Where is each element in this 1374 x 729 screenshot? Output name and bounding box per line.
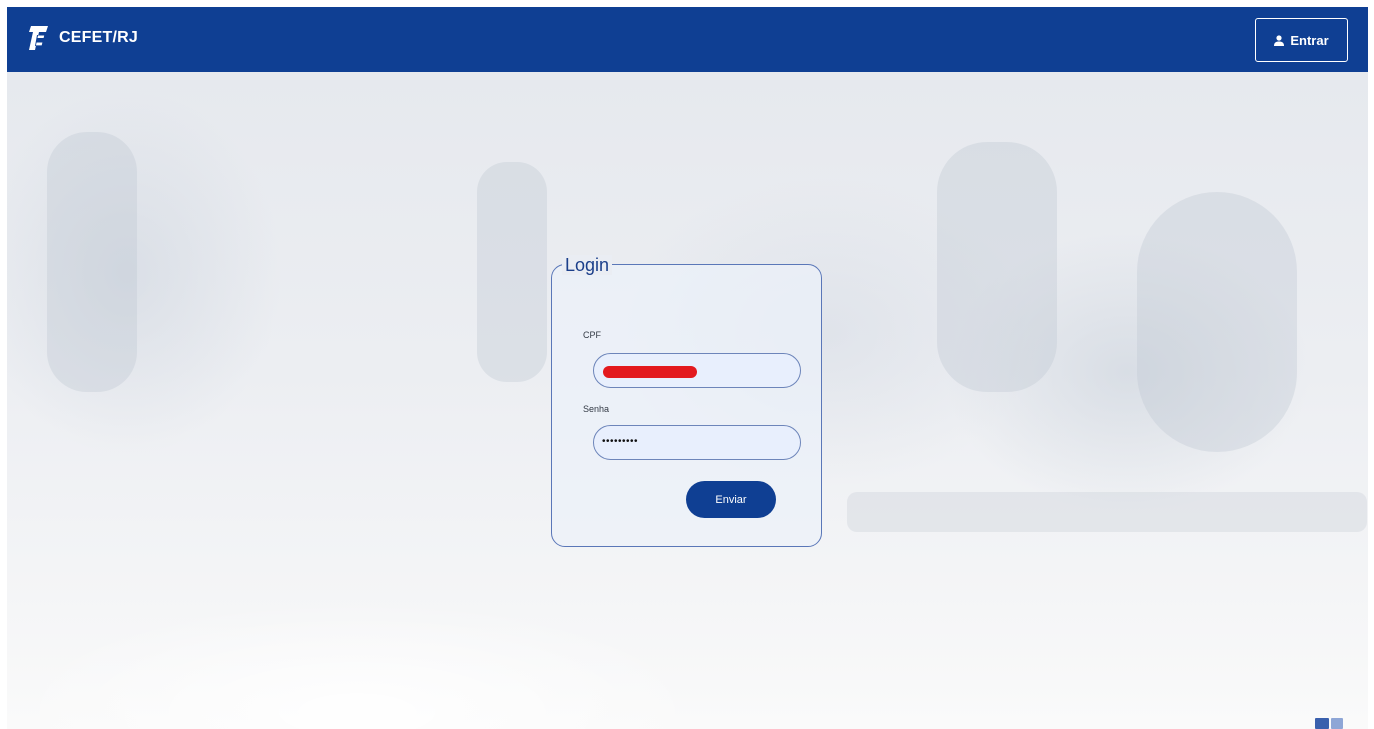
- background-tree-shape: [477, 162, 547, 382]
- cpf-input[interactable]: [593, 353, 801, 388]
- password-input[interactable]: •••••••••: [593, 425, 801, 460]
- cefet-logo-icon: [29, 26, 48, 50]
- login-form-title: Login: [562, 255, 613, 275]
- password-mask: •••••••••: [602, 436, 639, 447]
- brand[interactable]: CEFET/RJ: [27, 23, 138, 53]
- cpf-redaction-mark: [603, 366, 697, 378]
- login-form-card: Login CPF Senha ••••••••• Enviar: [551, 255, 822, 547]
- top-navbar: CEFET/RJ Entrar: [7, 7, 1368, 72]
- corner-widget-icon: [1331, 718, 1343, 729]
- corner-widget[interactable]: [1315, 718, 1343, 729]
- entrar-button-label: Entrar: [1290, 32, 1329, 48]
- background-tree-shape: [47, 132, 137, 392]
- page-frame: CEFET/RJ Entrar Login CPF Senha ••••••••…: [7, 7, 1368, 729]
- background-tree-shape: [937, 142, 1057, 392]
- corner-widget-icon: [1315, 718, 1329, 729]
- cpf-label: CPF: [583, 330, 601, 340]
- background-road-shape: [847, 492, 1367, 532]
- entrar-button[interactable]: Entrar: [1255, 18, 1348, 62]
- brand-name: CEFET/RJ: [59, 29, 138, 46]
- background-tree-shape: [1137, 192, 1297, 452]
- user-icon: [1274, 34, 1285, 46]
- enviar-button[interactable]: Enviar: [686, 481, 776, 518]
- password-label: Senha: [583, 404, 610, 414]
